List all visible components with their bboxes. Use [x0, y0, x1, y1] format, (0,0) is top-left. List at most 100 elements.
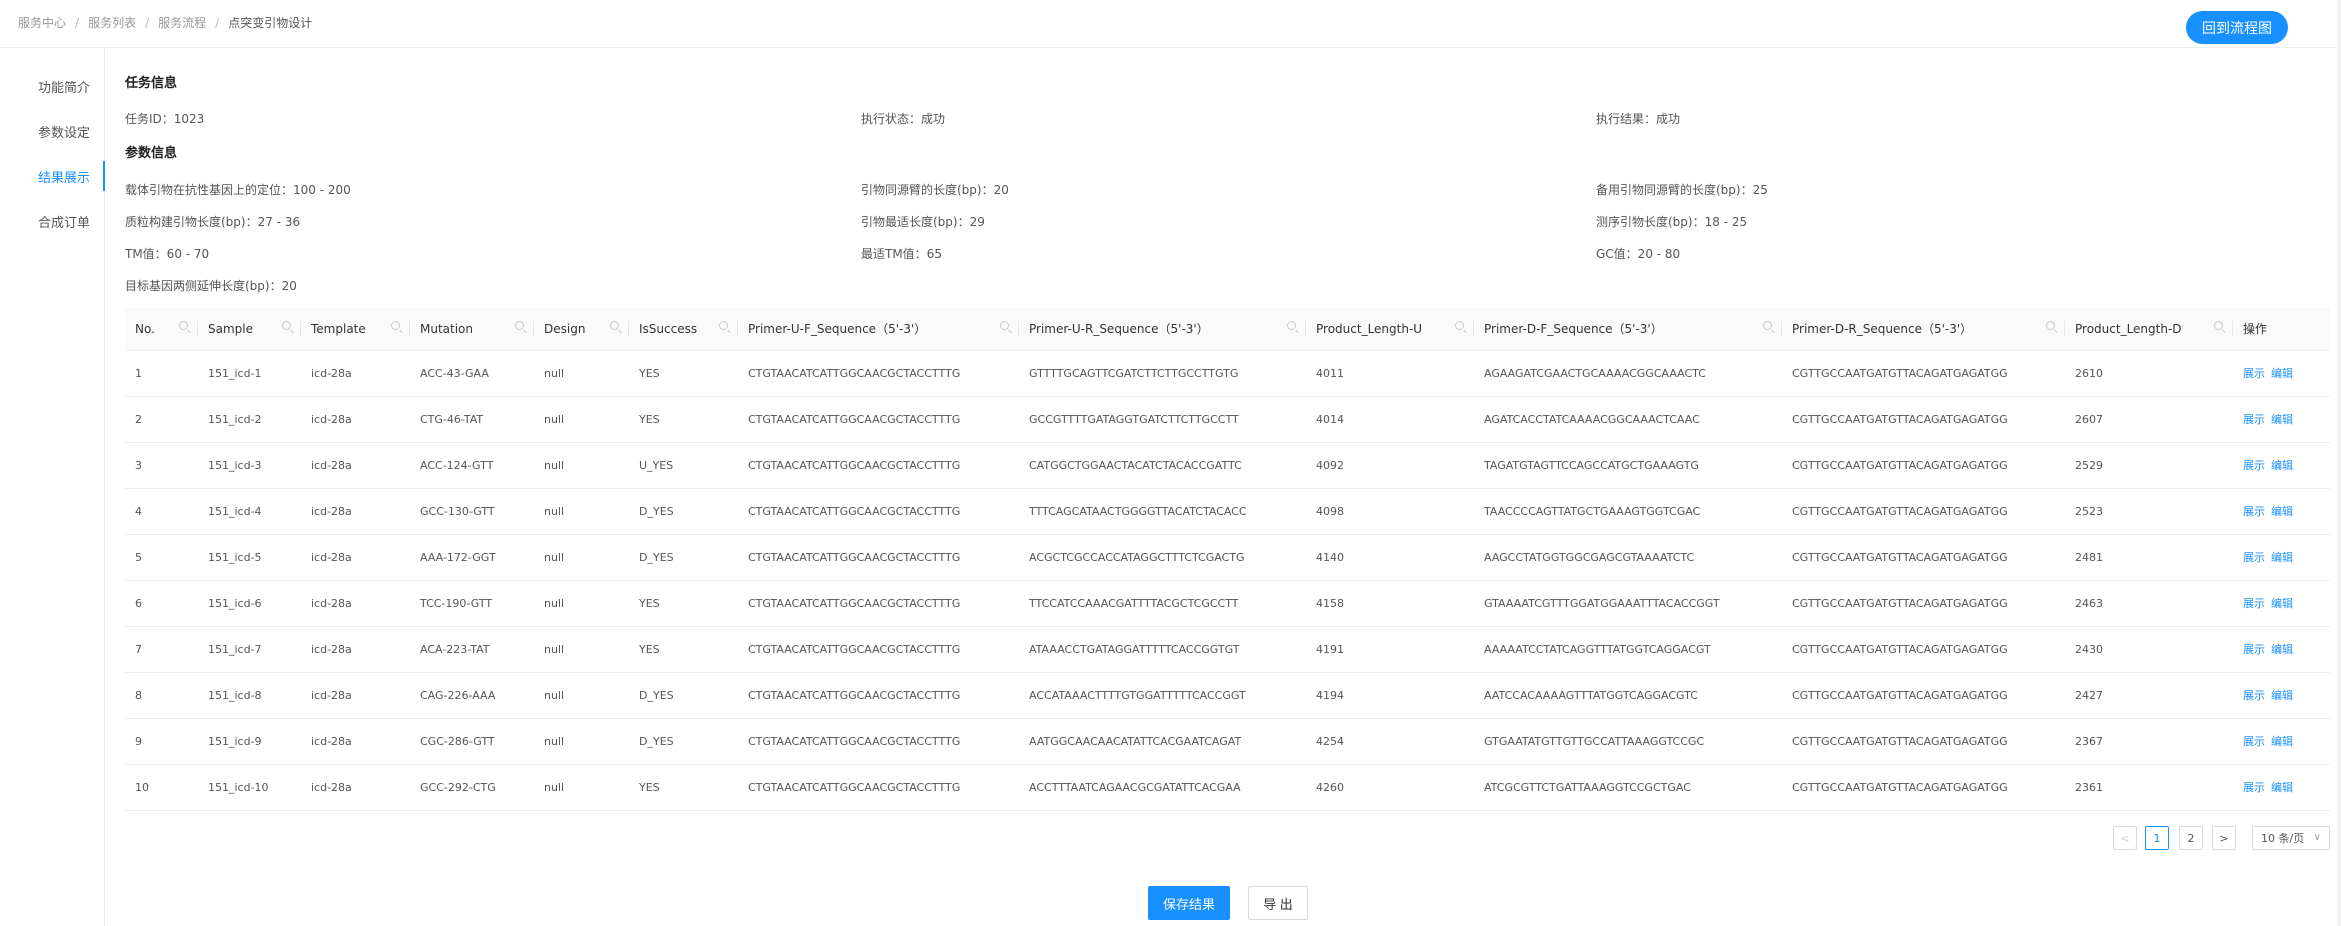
- column-search-icon[interactable]: [2046, 321, 2055, 330]
- column-header-label: Sample: [208, 321, 253, 336]
- column-header-label: Product_Length-D: [2075, 321, 2182, 336]
- scrollbar[interactable]: [2337, 0, 2341, 926]
- column-search-icon[interactable]: [391, 321, 400, 330]
- view-link[interactable]: 展示: [2243, 367, 2265, 380]
- table-cell: CTGTAACATCATTGGCAACGCTACCTTTG: [738, 718, 1019, 765]
- table-cell: icd-28a: [301, 396, 410, 443]
- sidebar-item-results[interactable]: 结果展示: [0, 161, 105, 191]
- save-results-button[interactable]: 保存结果: [1148, 886, 1230, 920]
- column-header: Primer-D-R_Sequence（5'-3'）: [1782, 308, 2065, 351]
- view-link[interactable]: 展示: [2243, 413, 2265, 426]
- param-item: 载体引物在抗性基因上的定位：100 - 200: [125, 183, 351, 197]
- back-to-flowchart-button[interactable]: 回到流程图: [2186, 11, 2288, 44]
- page-size-select[interactable]: 10 条/页 ∨: [2252, 826, 2330, 850]
- edit-link[interactable]: 编辑: [2271, 367, 2293, 380]
- row-actions: 展示 编辑: [2233, 350, 2330, 397]
- table-cell: null: [534, 718, 629, 765]
- table-cell: 7: [125, 626, 198, 673]
- column-search-icon[interactable]: [1763, 321, 1772, 330]
- sidebar-item-synthesis-order[interactable]: 合成订单: [0, 206, 105, 236]
- table-cell: 151_icd-9: [198, 718, 301, 765]
- sidebar-item-intro[interactable]: 功能简介: [0, 71, 105, 101]
- column-search-icon[interactable]: [610, 321, 619, 330]
- edit-link[interactable]: 编辑: [2271, 689, 2293, 702]
- table-cell: GCCGTTTTGATAGGTGATCTTCTTGCCTT: [1019, 396, 1306, 443]
- table-cell: CTG-46-TAT: [410, 396, 534, 443]
- table-cell: GTAAAATCGTTTGGATGGAAATTTACACCGGT: [1474, 580, 1782, 627]
- table-cell: CTGTAACATCATTGGCAACGCTACCTTTG: [738, 488, 1019, 535]
- column-search-icon[interactable]: [2214, 321, 2223, 330]
- table-cell: 151_icd-4: [198, 488, 301, 535]
- next-page-button[interactable]: >: [2212, 826, 2236, 850]
- exec-status: 执行状态：成功: [861, 112, 946, 126]
- param-item: 质粒构建引物长度(bp)：27 - 36: [125, 215, 301, 229]
- breadcrumb-service-center[interactable]: 服务中心: [18, 16, 66, 30]
- breadcrumb-separator: /: [145, 16, 150, 30]
- column-header: Primer-U-R_Sequence（5'-3'）: [1019, 308, 1306, 351]
- table-row: 10 151_icd-10 icd-28a GCC-292-CTG null YES CTG…: [125, 764, 2330, 811]
- table-cell: D_YES: [629, 488, 738, 535]
- table-cell: U_YES: [629, 442, 738, 489]
- edit-link[interactable]: 编辑: [2271, 781, 2293, 794]
- edit-link[interactable]: 编辑: [2271, 413, 2293, 426]
- table-cell: null: [534, 442, 629, 489]
- table-cell: TCC-190-GTT: [410, 580, 534, 627]
- page-2-button[interactable]: 2: [2179, 826, 2203, 850]
- view-link[interactable]: 展示: [2243, 505, 2265, 518]
- table-cell: null: [534, 672, 629, 719]
- edit-link[interactable]: 编辑: [2271, 735, 2293, 748]
- table-cell: AAA-172-GGT: [410, 534, 534, 581]
- edit-link[interactable]: 编辑: [2271, 597, 2293, 610]
- table-cell: CGTTGCCAATGATGTTACAGATGAGATGG: [1782, 580, 2065, 627]
- param-item: 最适TM值：65: [861, 247, 942, 261]
- table-cell: TAGATGTAGTTCCAGCCATGCTGAAAGTG: [1474, 442, 1782, 489]
- column-search-icon[interactable]: [1287, 321, 1296, 330]
- sidebar: 功能简介 参数设定 结果展示 合成订单: [0, 48, 105, 926]
- view-link[interactable]: 展示: [2243, 643, 2265, 656]
- edit-link[interactable]: 编辑: [2271, 551, 2293, 564]
- prev-page-button[interactable]: <: [2113, 826, 2137, 850]
- table-cell: CGC-286-GTT: [410, 718, 534, 765]
- top-header: 服务中心 / 服务列表 / 服务流程 / 点突变引物设计 回到流程图: [0, 0, 2341, 48]
- table-cell: 4014: [1306, 396, 1474, 443]
- column-header: Template: [301, 308, 410, 351]
- column-search-icon[interactable]: [282, 321, 291, 330]
- column-search-icon[interactable]: [515, 321, 524, 330]
- export-button[interactable]: 导 出: [1248, 886, 1308, 920]
- pagination: < 1 2 > 10 条/页 ∨: [125, 826, 2330, 850]
- table-cell: ACA-223-TAT: [410, 626, 534, 673]
- table-cell: CGTTGCCAATGATGTTACAGATGAGATGG: [1782, 396, 2065, 443]
- column-header-label: Template: [311, 321, 366, 336]
- breadcrumb-service-flow[interactable]: 服务流程: [158, 16, 206, 30]
- table-cell: YES: [629, 626, 738, 673]
- column-search-icon[interactable]: [1455, 321, 1464, 330]
- table-cell: 2367: [2065, 718, 2233, 765]
- edit-link[interactable]: 编辑: [2271, 643, 2293, 656]
- page-1-button[interactable]: 1: [2145, 826, 2169, 850]
- edit-link[interactable]: 编辑: [2271, 505, 2293, 518]
- results-table: No. Sample Template Mutation Design IsSuccess…: [125, 308, 2330, 811]
- column-search-icon[interactable]: [1000, 321, 1009, 330]
- view-link[interactable]: 展示: [2243, 459, 2265, 472]
- edit-link[interactable]: 编辑: [2271, 459, 2293, 472]
- breadcrumb-current: 点突变引物设计: [228, 16, 313, 30]
- column-search-icon[interactable]: [719, 321, 728, 330]
- breadcrumb: 服务中心 / 服务列表 / 服务流程 / 点突变引物设计: [18, 14, 312, 31]
- table-cell: CGTTGCCAATGATGTTACAGATGAGATGG: [1782, 718, 2065, 765]
- breadcrumb-service-list[interactable]: 服务列表: [88, 16, 136, 30]
- view-link[interactable]: 展示: [2243, 735, 2265, 748]
- view-link[interactable]: 展示: [2243, 689, 2265, 702]
- table-cell: 2463: [2065, 580, 2233, 627]
- column-search-icon[interactable]: [179, 321, 188, 330]
- sidebar-item-params[interactable]: 参数设定: [0, 116, 105, 146]
- param-item: 目标基因两侧延伸长度(bp)：20: [125, 279, 297, 293]
- table-cell: CTGTAACATCATTGGCAACGCTACCTTTG: [738, 764, 1019, 811]
- column-header: Sample: [198, 308, 301, 351]
- row-actions: 展示 编辑: [2233, 580, 2330, 627]
- column-header: No.: [125, 308, 198, 351]
- breadcrumb-separator: /: [75, 16, 80, 30]
- view-link[interactable]: 展示: [2243, 597, 2265, 610]
- column-header: Product_Length-U: [1306, 308, 1474, 351]
- view-link[interactable]: 展示: [2243, 781, 2265, 794]
- view-link[interactable]: 展示: [2243, 551, 2265, 564]
